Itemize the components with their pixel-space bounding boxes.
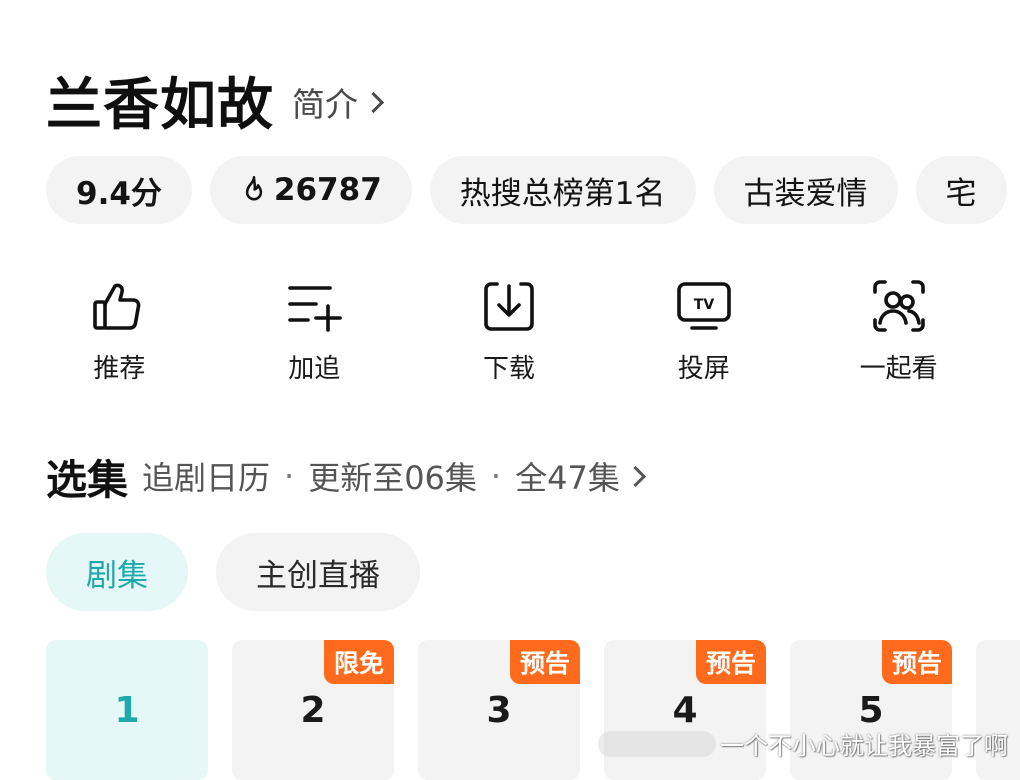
cast-label: 投屏 [677,354,730,384]
episode-number: 5 [858,689,884,731]
watch-together-label: 一起看 [859,354,938,384]
heat-tag[interactable]: 26787 [209,156,412,224]
episode-number: 4 [672,689,698,731]
genre-tag[interactable]: 古装爱情 [713,156,898,224]
separator-dot: · [490,457,502,495]
add-follow-label: 加追 [288,354,341,384]
episode-number: 3 [486,689,512,731]
add-list-icon [288,286,342,332]
rank-label: 热搜总榜第1名 [459,175,666,212]
watermark-text: 一个不小心就让我暴富了啊 [720,732,1008,760]
watch-together-icon [872,280,925,332]
free-badge: 限免 [323,640,394,684]
show-title: 兰香如故 [46,72,274,138]
tab-episodes[interactable]: 剧集 [46,533,188,611]
recommend-button[interactable]: 推荐 [22,278,217,385]
intro-label: 简介 [292,85,358,124]
score-tag[interactable]: 9.4分 [46,156,192,224]
watermark: 一个不小心就让我暴富了啊 [598,726,1008,761]
preview-badge: 预告 [509,640,580,684]
tab-creator-live[interactable]: 主创直播 [216,533,420,611]
episode-number: 2 [300,689,326,731]
separator-dot: · [284,457,295,495]
tag-chips: 9.4分 26787 热搜总榜第1名 古装爱情 宅 [46,156,1020,224]
preview-badge: 预告 [881,640,952,684]
recommend-label: 推荐 [93,354,146,384]
genre-tag-partial[interactable]: 宅 [915,156,1007,224]
download-label: 下载 [482,354,535,384]
heat-value: 26787 [273,172,382,208]
rank-tag[interactable]: 热搜总榜第1名 [429,156,696,224]
episodes-header: 选集 追剧日历 · 更新至06集 · 全47集 [46,446,646,506]
episodes-meta-link[interactable]: 追剧日历 · 更新至06集 · 全47集 [142,453,646,499]
preview-badge: 预告 [695,640,766,684]
download-button[interactable]: 下载 [412,278,607,385]
episode-tile[interactable]: 限免 2 [232,640,394,780]
genre-label-partial: 宅 [945,175,977,212]
episode-tile[interactable]: 预告 3 [418,640,580,780]
watermark-logo [598,730,716,757]
score-label: 9.4分 [76,175,162,212]
svg-text:TV: TV [694,297,715,313]
calendar-label: 追剧日历 [142,459,271,497]
thumbs-up-icon [93,283,141,330]
episode-number: 1 [114,689,140,731]
action-bar: 推荐 加追 下载 TV 投屏 一起看 [22,278,996,385]
add-follow-button[interactable]: 加追 [217,278,412,385]
title-row: 兰香如故 简介 [46,62,385,138]
intro-link[interactable]: 简介 [292,78,385,126]
episode-tile[interactable]: 1 [46,640,208,780]
update-label: 更新至06集 [308,459,477,497]
flame-icon [245,176,263,201]
chevron-right-icon [362,91,385,113]
chevron-right-icon [624,465,646,487]
episode-sub-tabs: 剧集 主创直播 [46,533,448,611]
cast-button[interactable]: TV 投屏 [606,278,801,385]
genre-label: 古装爱情 [743,175,868,212]
tv-cast-icon: TV [676,282,731,330]
episodes-title: 选集 [46,456,128,504]
download-icon [484,282,534,331]
watch-together-button[interactable]: 一起看 [801,278,996,385]
total-label: 全47集 [515,459,620,497]
